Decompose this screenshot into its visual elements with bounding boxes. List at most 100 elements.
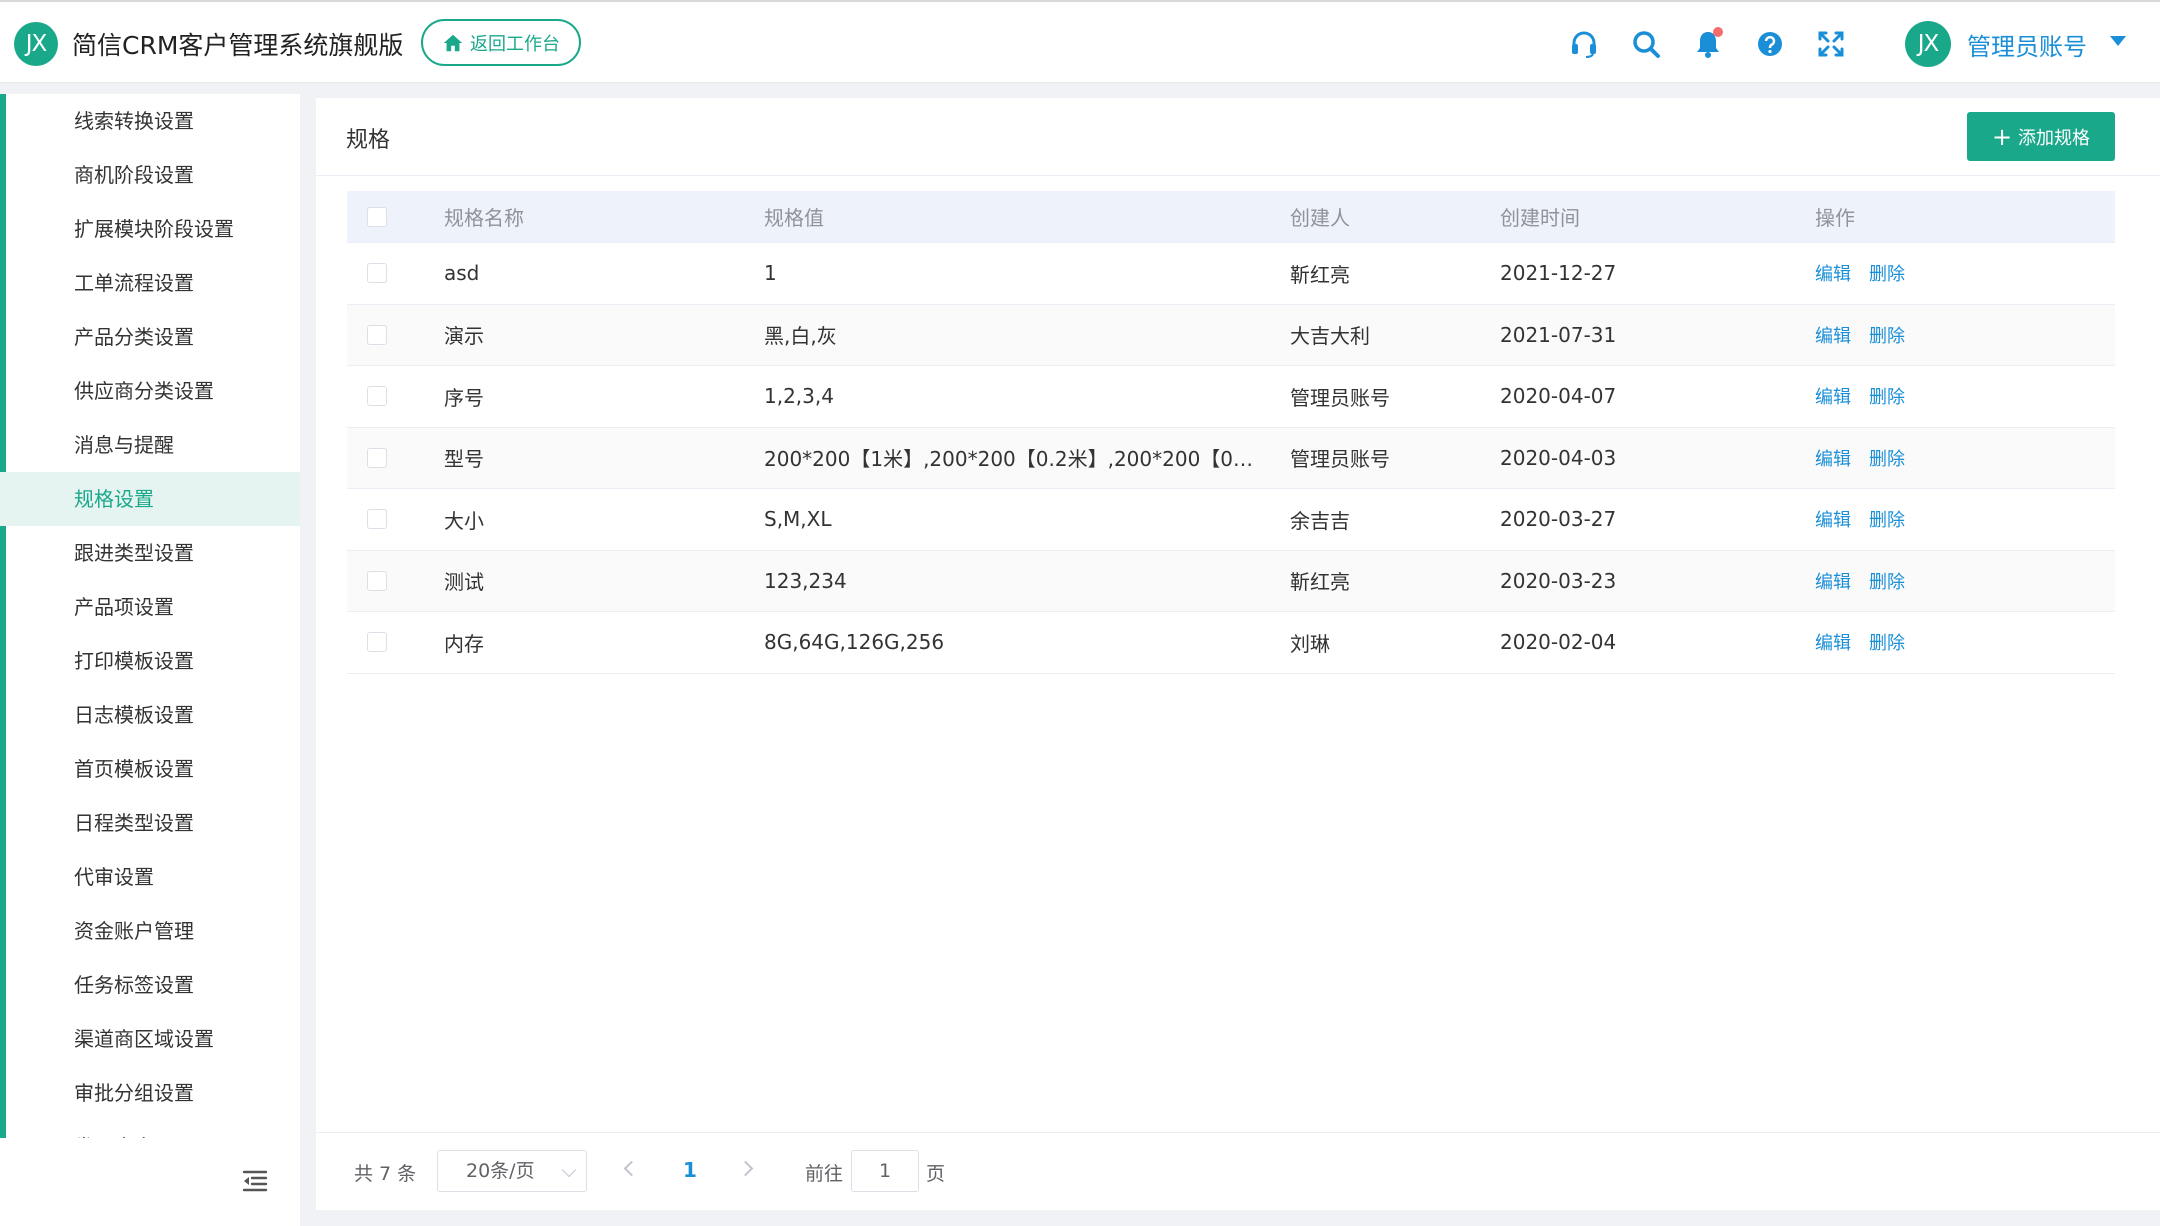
sidebar-item[interactable]: 规格设置 [0, 472, 300, 526]
delete-link[interactable]: 删除 [1869, 629, 1905, 655]
sidebar-item[interactable]: 跟进类型设置 [0, 526, 300, 580]
search-icon[interactable] [1630, 28, 1662, 60]
headset-icon[interactable] [1568, 28, 1600, 60]
row-checkbox[interactable] [367, 447, 387, 468]
sidebar-item[interactable]: 打印模板设置 [0, 634, 300, 688]
row-checkbox[interactable] [367, 570, 387, 591]
collapse-sidebar-icon[interactable] [240, 1166, 270, 1196]
cell-spec-name: 型号 [444, 447, 484, 472]
cell-creator: 管理员账号 [1290, 447, 1390, 472]
sidebar-item[interactable]: 审批分组设置 [0, 1066, 300, 1120]
cell-spec-name: asd [444, 261, 480, 286]
table-header: 规格名称 规格值 创建人 创建时间 操作 [347, 191, 2115, 243]
cell-created-time: 2020-04-03 [1500, 445, 1617, 470]
cell-spec-name: 演示 [444, 324, 484, 349]
home-icon [443, 34, 463, 51]
user-name[interactable]: 管理员账号 [1967, 27, 2087, 62]
table-row: 型号 200*200【1米】,200*200【0.2米】,200*200【0.4…… [347, 427, 2115, 489]
cell-actions: 编辑 删除 [1815, 489, 2095, 550]
sidebar-item[interactable]: 产品分类设置 [0, 310, 300, 364]
delete-link[interactable]: 删除 [1869, 383, 1905, 409]
sidebar-item[interactable]: 商机阶段设置 [0, 148, 300, 202]
table-row: asd 1 靳红亮 2021-12-27 编辑 删除 [347, 243, 2115, 305]
table-row: 大小 S,M,XL 余吉吉 2020-03-27 编辑 删除 [347, 489, 2115, 551]
cell-creator: 靳红亮 [1290, 570, 1350, 595]
row-checkbox[interactable] [367, 632, 387, 653]
sidebar-item[interactable]: 线索转换设置 [0, 94, 300, 148]
spec-table: 规格名称 规格值 创建人 创建时间 操作 asd 1 靳红亮 2021-12-27 编辑… [347, 191, 2115, 674]
cell-actions: 编辑 删除 [1815, 551, 2095, 612]
delete-link[interactable]: 删除 [1869, 322, 1905, 348]
column-header-value: 规格值 [764, 206, 824, 230]
delete-link[interactable]: 删除 [1869, 568, 1905, 594]
cell-created-time: 2021-07-31 [1500, 322, 1617, 347]
sidebar-item[interactable]: 工单流程设置 [0, 256, 300, 310]
page-size-value: 20条/页 [466, 1160, 535, 1182]
select-all-checkbox[interactable] [367, 206, 387, 227]
cell-actions: 编辑 删除 [1815, 428, 2095, 489]
row-checkbox[interactable] [367, 386, 387, 407]
sidebar-item[interactable]: 日志模板设置 [0, 688, 300, 742]
sidebar-item[interactable]: 产品项设置 [0, 580, 300, 634]
sidebar-menu: 线索转换设置 商机阶段设置 扩展模块阶段设置 工单流程设置 产品分类设置 供应商分类设置消… [0, 94, 300, 1138]
edit-link[interactable]: 编辑 [1815, 322, 1851, 348]
cell-created-time: 2021-12-27 [1500, 261, 1617, 286]
cell-spec-name: 大小 [444, 508, 484, 533]
cell-creator: 刘琳 [1290, 631, 1330, 656]
sidebar-item[interactable]: 渠道商区域设置 [0, 1012, 300, 1066]
add-spec-button[interactable]: + 添加规格 [1967, 112, 2115, 161]
row-checkbox[interactable] [367, 324, 387, 345]
cell-actions: 编辑 删除 [1815, 366, 2095, 427]
sidebar-item[interactable]: 首页模板设置 [0, 742, 300, 796]
sidebar-item[interactable]: 资金账户管理 [0, 904, 300, 958]
delete-link[interactable]: 删除 [1869, 445, 1905, 471]
edit-link[interactable]: 编辑 [1815, 260, 1851, 286]
sidebar-item[interactable]: 代审设置 [0, 850, 300, 904]
cell-spec-value: 黑,白,灰 [764, 324, 837, 349]
help-icon[interactable] [1754, 28, 1786, 60]
next-page-icon[interactable] [737, 1160, 754, 1177]
cell-created-time: 2020-03-27 [1500, 507, 1617, 532]
sidebar-item[interactable]: 发票内容 [0, 1120, 300, 1138]
cell-actions: 编辑 删除 [1815, 305, 2095, 366]
prev-page-icon[interactable] [623, 1160, 640, 1177]
cell-spec-name: 序号 [444, 385, 484, 410]
sidebar-item[interactable]: 日程类型设置 [0, 796, 300, 850]
row-checkbox[interactable] [367, 509, 387, 530]
sidebar-item[interactable]: 任务标签设置 [0, 958, 300, 1012]
cell-creator: 余吉吉 [1290, 508, 1350, 533]
cell-spec-value: 200*200【1米】,200*200【0.2米】,200*200【0.4… [764, 447, 1254, 472]
cell-spec-value: S,M,XL [764, 507, 832, 532]
table-row: 内存 8G,64G,126G,256 刘琳 2020-02-04 编辑 删除 [347, 612, 2115, 674]
page-number-current[interactable]: 1 [683, 1158, 697, 1182]
avatar[interactable]: JX [1905, 21, 1951, 67]
delete-link[interactable]: 删除 [1869, 506, 1905, 532]
sidebar-item[interactable]: 供应商分类设置 [0, 364, 300, 418]
cell-creator: 大吉大利 [1290, 324, 1370, 349]
edit-link[interactable]: 编辑 [1815, 629, 1851, 655]
delete-link[interactable]: 删除 [1869, 260, 1905, 286]
back-to-workbench-button[interactable]: 返回工作台 [421, 19, 581, 66]
edit-link[interactable]: 编辑 [1815, 445, 1851, 471]
sidebar-item[interactable]: 消息与提醒 [0, 418, 300, 472]
spec-settings-panel: 规格 + 添加规格 规格名称 规格值 创建人 创建时间 操作 asd 1 靳红亮 20… [316, 98, 2160, 1210]
edit-link[interactable]: 编辑 [1815, 506, 1851, 532]
chevron-down-icon [561, 1162, 577, 1178]
page-suffix: 页 [926, 1163, 946, 1185]
pagination: 共 7 条 20条/页 1 前往 页 [316, 1133, 2160, 1210]
cell-spec-value: 1 [764, 261, 777, 286]
row-checkbox[interactable] [367, 263, 387, 284]
cell-created-time: 2020-04-07 [1500, 384, 1617, 409]
fullscreen-icon[interactable] [1815, 28, 1847, 60]
table-row: 序号 1,2,3,4 管理员账号 2020-04-07 编辑 删除 [347, 366, 2115, 428]
sidebar-item[interactable]: 扩展模块阶段设置 [0, 202, 300, 256]
cell-actions: 编辑 删除 [1815, 243, 2095, 304]
goto-page-input[interactable] [851, 1150, 919, 1192]
table-body: asd 1 靳红亮 2021-12-27 编辑 删除 演示 黑,白,灰 大吉大利 2021-07-… [347, 243, 2115, 674]
edit-link[interactable]: 编辑 [1815, 568, 1851, 594]
user-menu-caret-icon[interactable] [2110, 36, 2126, 46]
cell-creator: 靳红亮 [1290, 262, 1350, 287]
bell-icon[interactable] [1692, 27, 1724, 60]
page-size-select[interactable]: 20条/页 [437, 1150, 587, 1192]
edit-link[interactable]: 编辑 [1815, 383, 1851, 409]
